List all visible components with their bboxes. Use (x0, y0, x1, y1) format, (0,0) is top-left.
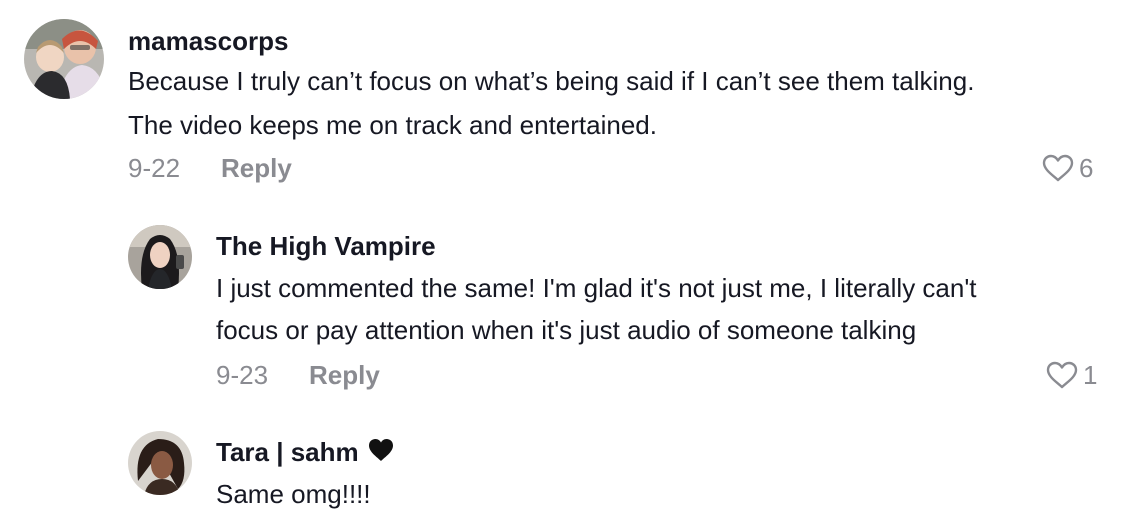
comment-text-line: I just commented the same! I'm glad it's… (216, 273, 977, 303)
reply-button[interactable]: Reply (221, 153, 292, 183)
comment-text-line: focus or pay attention when it's just au… (216, 315, 917, 345)
heart-icon (1046, 361, 1078, 389)
username-text: Tara | sahm (216, 437, 359, 467)
avatar-photo (128, 225, 192, 289)
comment-text-line: Same omg!!!! (216, 479, 371, 509)
black-heart-icon (367, 437, 395, 469)
comment-date: 9-22 (128, 153, 181, 183)
avatar[interactable] (128, 225, 192, 289)
comment-username[interactable]: mamascorps (128, 26, 288, 56)
comment-text-line: The video keeps me on track and entertai… (128, 110, 657, 140)
like-button[interactable]: 1 (1045, 360, 1097, 390)
like-count: 6 (1079, 153, 1094, 183)
like-count: 1 (1083, 360, 1098, 390)
comment-username[interactable]: Tara | sahm (216, 437, 395, 469)
comment-date: 9-23 (216, 360, 269, 390)
avatar[interactable] (24, 19, 104, 99)
avatar-photo (24, 19, 104, 99)
comment-item: mamascorps Because I truly can’t focus o… (0, 0, 1130, 200)
heart-icon (1042, 154, 1074, 182)
reply-comment-item: Tara | sahm Same omg!!!! (0, 410, 1130, 518)
comment-username[interactable]: The High Vampire (216, 231, 436, 261)
avatar[interactable] (128, 431, 192, 495)
like-button[interactable]: 6 (1041, 153, 1093, 183)
avatar-photo (128, 431, 192, 495)
comment-text-line: Because I truly can’t focus on what’s be… (128, 66, 975, 96)
reply-comment-item: The High Vampire I just commented the sa… (0, 200, 1130, 410)
reply-button[interactable]: Reply (309, 360, 380, 390)
